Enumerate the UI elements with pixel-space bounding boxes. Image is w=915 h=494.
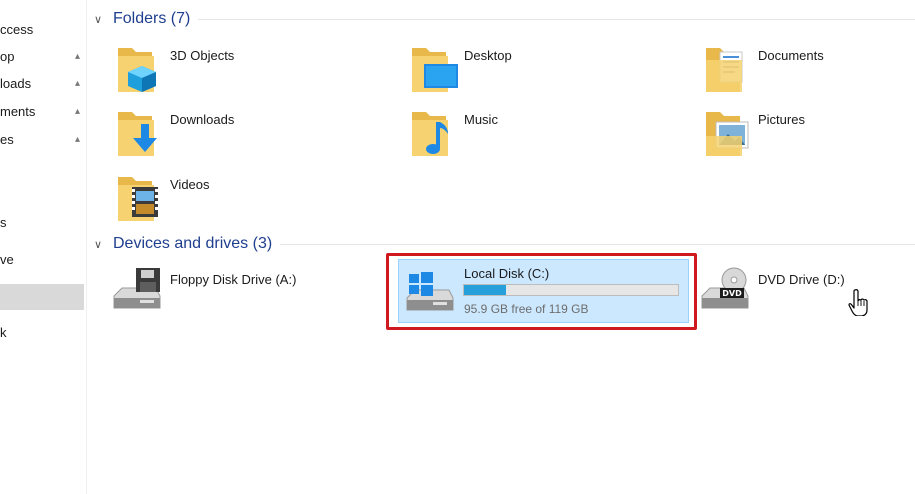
desktop-folder-icon	[412, 48, 458, 92]
folder-label: Downloads	[170, 112, 235, 127]
nav-item-documents[interactable]: ments ▴	[0, 100, 84, 124]
drive-label: DVD Drive (D:)	[758, 272, 845, 287]
folder-label: Documents	[758, 48, 824, 63]
nav-item-1[interactable]	[0, 183, 84, 207]
3d-objects-folder-icon	[118, 48, 156, 92]
nav-item-pictures[interactable]: es ▴	[0, 128, 84, 152]
devices-group-header[interactable]: ∨ Devices and drives (3)	[94, 233, 915, 255]
folders-group-header[interactable]: ∨ Folders (7)	[94, 8, 915, 30]
drive-label: Floppy Disk Drive (A:)	[170, 272, 297, 287]
chevron-down-icon[interactable]: ∨	[94, 238, 108, 251]
floppy-drive-icon	[113, 268, 161, 309]
folder-videos[interactable]: Videos	[116, 171, 396, 235]
nav-item-onedrive[interactable]: ve	[0, 248, 84, 272]
nav-item-downloads[interactable]: loads ▴	[0, 72, 84, 96]
folder-pictures[interactable]: Pictures	[704, 106, 915, 170]
folder-label: Pictures	[758, 112, 805, 127]
highlight-box	[386, 253, 697, 330]
pin-icon: ▴	[74, 134, 80, 145]
nav-item-2[interactable]: s	[0, 211, 84, 235]
videos-folder-icon	[118, 177, 158, 221]
downloads-folder-icon	[118, 112, 157, 156]
pin-icon: ▴	[74, 106, 80, 117]
nav-item-this-pc[interactable]	[0, 284, 84, 310]
pin-icon: ▴	[74, 78, 80, 89]
dvd-drive-icon: DVD	[701, 267, 749, 309]
chevron-down-icon[interactable]: ∨	[94, 13, 108, 26]
group-divider	[280, 243, 915, 245]
folders-header-label: Folders (7)	[113, 10, 191, 27]
folder-label: Desktop	[464, 48, 512, 63]
devices-header-label: Devices and drives (3)	[113, 235, 273, 252]
nav-item-desktop[interactable]: op ▴	[0, 45, 84, 69]
drive-dvd-d[interactable]: DVD DVD Drive (D:)	[698, 262, 908, 322]
folder-label: Music	[464, 112, 498, 127]
group-divider	[198, 18, 915, 20]
folder-3d-objects[interactable]: 3D Objects	[116, 42, 396, 106]
navigation-pane[interactable]: ccess op ▴ loads ▴ ments ▴ es ▴ s ve k	[0, 0, 87, 494]
drive-floppy-a[interactable]: Floppy Disk Drive (A:)	[110, 262, 370, 322]
nav-item-network[interactable]: k	[0, 321, 84, 345]
svg-text:DVD: DVD	[722, 289, 742, 298]
folder-documents[interactable]: Documents	[704, 42, 915, 106]
folder-label: Videos	[170, 177, 210, 192]
folder-music[interactable]: Music	[410, 106, 690, 170]
folder-label: 3D Objects	[170, 48, 235, 63]
folder-desktop[interactable]: Desktop	[410, 42, 690, 106]
pictures-folder-icon	[706, 112, 749, 156]
pin-icon: ▴	[74, 51, 80, 62]
hand-cursor-icon	[848, 289, 868, 316]
nav-item-quick-access[interactable]: ccess	[0, 18, 84, 42]
folder-downloads[interactable]: Downloads	[116, 106, 396, 170]
music-folder-icon	[412, 112, 448, 156]
documents-folder-icon	[706, 48, 743, 92]
